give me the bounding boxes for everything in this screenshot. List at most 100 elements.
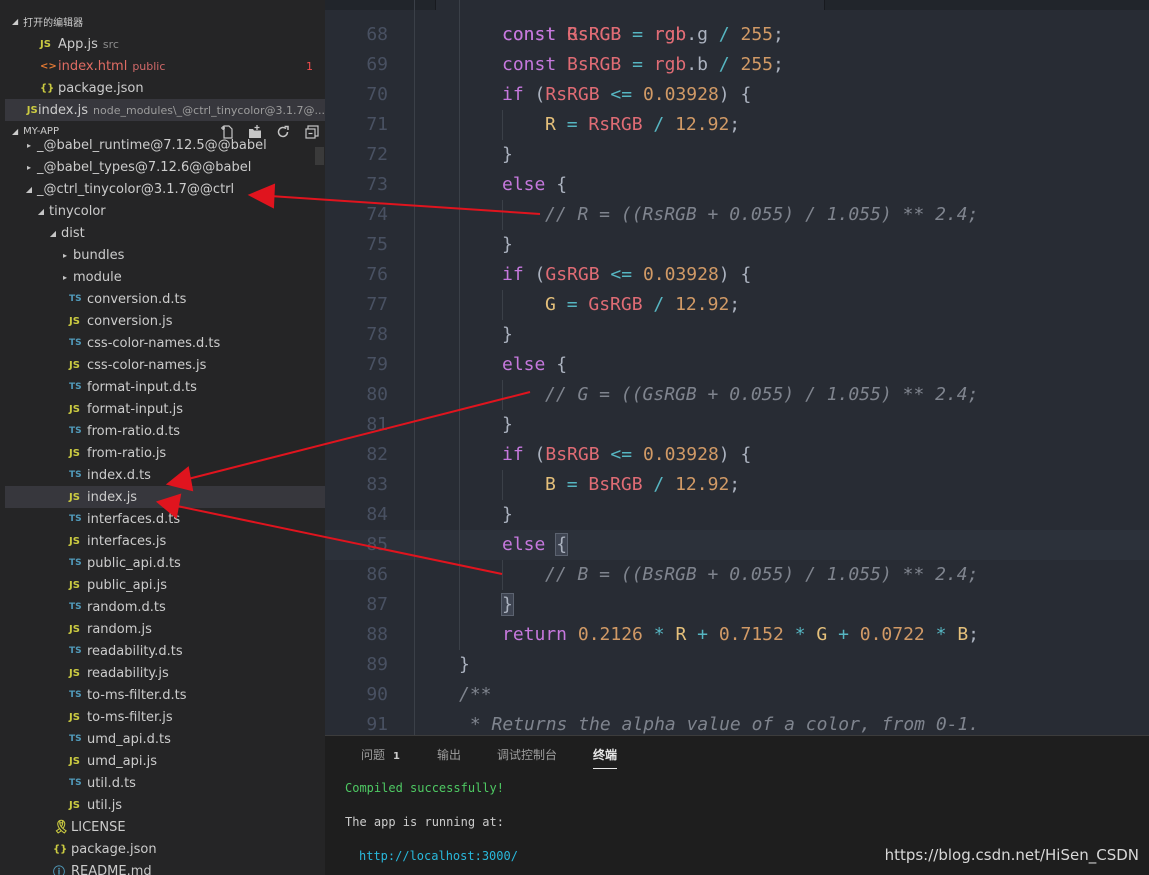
open-editor-item-active[interactable]: JS index.js node_modules\_@ctrl_tinycolo…: [5, 99, 325, 121]
code-text: }: [502, 504, 513, 525]
code-line[interactable]: 82 if (BsRGB <= 0.03928) {: [325, 440, 1149, 470]
json-file-icon: {}: [40, 82, 55, 94]
code-line[interactable]: 74 // R = ((RsRGB + 0.055) / 1.055) ** 2.…: [325, 200, 1149, 230]
tree-file[interactable]: TS interfaces.d.ts: [5, 508, 325, 530]
code-text: B = BsRGB / 12.92;: [545, 474, 741, 495]
code-line[interactable]: 78}: [325, 320, 1149, 350]
tree-folder[interactable]: ◢ dist: [5, 222, 325, 244]
code-line[interactable]: 71 R = RsRGB / 12.92;: [325, 110, 1149, 140]
tree-file[interactable]: JS css-color-names.js: [5, 354, 325, 376]
typescript-file-icon: TS: [69, 558, 82, 568]
tab-output[interactable]: 输出: [437, 746, 461, 763]
tree-file[interactable]: TS public_api.d.ts: [5, 552, 325, 574]
code-line[interactable]: 80 // G = ((GsRGB + 0.055) / 1.055) ** 2.…: [325, 380, 1149, 410]
tree-folder[interactable]: ◢ _@ctrl_tinycolor@3.1.7@@ctrl: [5, 178, 325, 200]
tree-item-label: format-input.d.ts: [87, 379, 197, 395]
tree-file[interactable]: ⓘ README.md: [5, 860, 325, 875]
chevron-down-icon[interactable]: ◢: [35, 207, 47, 216]
tree-folder[interactable]: ▸ _@babel_types@7.12.6@@babel: [5, 156, 325, 178]
tree-file[interactable]: TS from-ratio.d.ts: [5, 420, 325, 442]
tree-file[interactable]: JS readability.js: [5, 662, 325, 684]
code-line[interactable]: 89}: [325, 650, 1149, 680]
tree-folder[interactable]: ▸ _@babel_runtime@7.12.5@@babel: [5, 134, 325, 156]
code-line[interactable]: 90 /**: [325, 680, 1149, 710]
code-line[interactable]: 76 if (GsRGB <= 0.03928) {: [325, 260, 1149, 290]
code-line[interactable]: 88 return 0.2126 * R + 0.7152 * G + 0.072…: [325, 620, 1149, 650]
line-number: 88: [366, 624, 388, 645]
code-text: if (BsRGB <= 0.03928) {: [502, 444, 752, 465]
code-line[interactable]: 77 G = GsRGB / 12.92;: [325, 290, 1149, 320]
line-number: 89: [366, 654, 388, 675]
tree-file[interactable]: TS conversion.d.ts: [5, 288, 325, 310]
code-text: R = RsRGB / 12.92;: [545, 114, 741, 135]
line-number: 86: [366, 564, 388, 585]
code-line[interactable]: 69 const BsRGB = rgb.b / 255;: [325, 50, 1149, 80]
chevron-right-icon[interactable]: ▸: [59, 273, 71, 282]
code-text: // B = ((BsRGB + 0.055) / 1.055) ** 2.4;: [545, 564, 979, 585]
code-editor[interactable]: const RsRGB = rgb 68 const GsRGB = rgb.g …: [325, 0, 1149, 735]
tree-item-label: readability.d.ts: [87, 643, 183, 659]
chevron-right-icon[interactable]: ▸: [23, 141, 35, 150]
tree-item-label: package.json: [71, 841, 157, 857]
tree-file[interactable]: TS index.d.ts: [5, 464, 325, 486]
tree-item-label: format-input.js: [87, 401, 184, 417]
line-number: 84: [366, 504, 388, 525]
tree-file[interactable]: TS readability.d.ts: [5, 640, 325, 662]
code-line[interactable]: 70 if (RsRGB <= 0.03928) {: [325, 80, 1149, 110]
code-text: else {: [502, 533, 569, 556]
tree-file[interactable]: JS umd_api.js: [5, 750, 325, 772]
tree-item-label: index.js: [87, 489, 138, 505]
code-line[interactable]: 85 else {: [325, 530, 1149, 560]
code-line[interactable]: 84}: [325, 500, 1149, 530]
tree-folder[interactable]: ▸ bundles: [5, 244, 325, 266]
tab-terminal[interactable]: 终端: [593, 746, 618, 769]
tree-file[interactable]: JS random.js: [5, 618, 325, 640]
tree-file[interactable]: TS util.d.ts: [5, 772, 325, 794]
tree-file[interactable]: JS format-input.js: [5, 398, 325, 420]
tree-folder[interactable]: ◢ tinycolor: [5, 200, 325, 222]
terminal-url-link[interactable]: http://localhost:3000/: [359, 849, 518, 863]
tree-file[interactable]: JS from-ratio.js: [5, 442, 325, 464]
code-line[interactable]: 73 else {: [325, 170, 1149, 200]
open-editor-item[interactable]: JS App.js src: [5, 33, 325, 55]
code-line[interactable]: 68 const GsRGB = rgb.g / 255;: [325, 20, 1149, 50]
tree-file[interactable]: TS to-ms-filter.d.ts: [5, 684, 325, 706]
tree-item-label: random.d.ts: [87, 599, 166, 615]
code-line[interactable]: 86 // B = ((BsRGB + 0.055) / 1.055) ** 2.…: [325, 560, 1149, 590]
tree-file[interactable]: JS public_api.js: [5, 574, 325, 596]
open-editors-header[interactable]: ◢ 打开的编辑器: [0, 11, 325, 31]
tree-file[interactable]: TS umd_api.d.ts: [5, 728, 325, 750]
chevron-right-icon[interactable]: ▸: [59, 251, 71, 260]
tree-file[interactable]: 🎗 LICENSE: [5, 816, 325, 838]
tree-file[interactable]: JS util.js: [5, 794, 325, 816]
tree-file[interactable]: JS to-ms-filter.js: [5, 706, 325, 728]
problem-count-badge: 1: [306, 59, 313, 73]
tree-file[interactable]: TS format-input.d.ts: [5, 376, 325, 398]
code-line[interactable]: 91 * Returns the alpha value of a color,…: [325, 710, 1149, 735]
code-line[interactable]: 81}: [325, 410, 1149, 440]
tree-file[interactable]: JS index.js: [5, 486, 325, 508]
code-line[interactable]: 87}: [325, 590, 1149, 620]
tree-file[interactable]: JS interfaces.js: [5, 530, 325, 552]
open-editor-item[interactable]: <> index.html public 1: [5, 55, 325, 77]
tree-file[interactable]: {} package.json: [5, 838, 325, 860]
code-line[interactable]: 83 B = BsRGB / 12.92;: [325, 470, 1149, 500]
tree-folder[interactable]: ▸ module: [5, 266, 325, 288]
tree-file[interactable]: JS conversion.js: [5, 310, 325, 332]
code-line[interactable]: 79 else {: [325, 350, 1149, 380]
code-line[interactable]: 72}: [325, 140, 1149, 170]
code-line[interactable]: 75}: [325, 230, 1149, 260]
tab-debug-console[interactable]: 调试控制台: [497, 746, 557, 763]
tree-file[interactable]: TS css-color-names.d.ts: [5, 332, 325, 354]
tab-problems[interactable]: 问题 1: [361, 746, 400, 763]
line-number: 77: [366, 294, 388, 315]
typescript-file-icon: TS: [69, 426, 82, 436]
chevron-down-icon[interactable]: ◢: [23, 185, 35, 194]
chevron-down-icon[interactable]: ◢: [47, 229, 59, 238]
open-editor-item[interactable]: {} package.json: [5, 77, 325, 99]
tree-file[interactable]: TS random.d.ts: [5, 596, 325, 618]
line-number: 83: [366, 474, 388, 495]
chevron-right-icon[interactable]: ▸: [23, 163, 35, 172]
code-text: }: [502, 414, 513, 435]
json-file-icon: {}: [53, 843, 68, 855]
